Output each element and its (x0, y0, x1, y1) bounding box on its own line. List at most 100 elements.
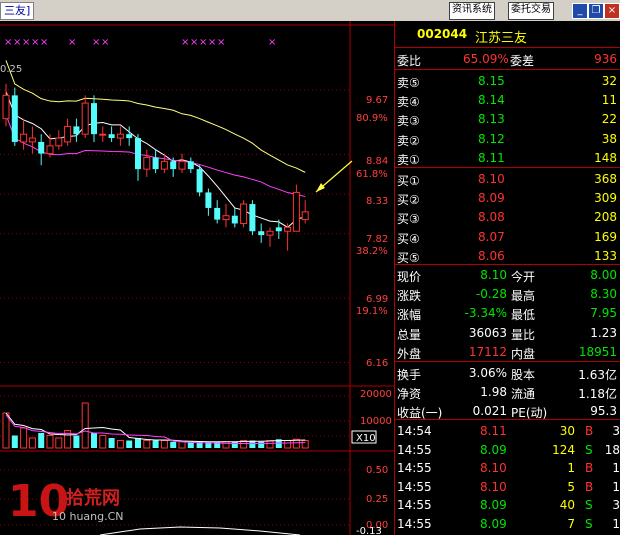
candle-body (55, 137, 63, 147)
trade-tick-row: 14:55 8.09 40 S 3 (395, 496, 620, 515)
price-axis-label: 6.99 (366, 294, 388, 305)
level-volume: 208 (594, 210, 617, 225)
stock-name: 江苏三友 (475, 31, 528, 46)
stat-row: 外盘 17112 内盘 18951 (395, 343, 620, 362)
marker-icon: × (208, 37, 216, 48)
trade-order-button[interactable]: 委托交易 (508, 2, 554, 20)
marker-icon: × (13, 37, 21, 48)
stat-value: 95.3 (590, 404, 617, 418)
restore-icon[interactable]: ❐ (588, 3, 604, 19)
price-axis-label: 19.1% (356, 306, 388, 317)
stock-header: 002044 江苏三友 (395, 25, 620, 46)
candle-body (160, 160, 168, 170)
marker-icon: × (101, 37, 109, 48)
volume-bar (143, 440, 151, 449)
level-label: 卖③ (397, 114, 420, 129)
tick-price: 8.10 (480, 479, 507, 494)
tick-side: B (585, 424, 594, 438)
stat-row: 现价 8.10 今开 8.00 (395, 266, 620, 285)
volume-bar (116, 440, 124, 449)
candle-body (91, 103, 97, 135)
buy-level-row: 买① 8.10 368 (395, 170, 620, 189)
volume-bar (20, 427, 28, 449)
stat-label: 最高 (511, 289, 536, 304)
price-axis-label: 8.33 (366, 196, 388, 207)
tick-time: 14:55 (397, 498, 432, 513)
stat-label: 内盘 (511, 346, 536, 361)
stat-label: 净资 (397, 387, 422, 401)
volume-bar (301, 440, 309, 449)
stat-value: -3.34% (464, 306, 507, 321)
quote-panel: 002044 江苏三友 委比 65.09% 委差 936 卖⑤ 8.15 32 卖④ 8… (394, 21, 620, 535)
level-volume: 309 (594, 191, 617, 206)
chart-grid (0, 21, 394, 535)
candle-body (231, 215, 238, 224)
stat-value: 1.63亿 (578, 368, 617, 382)
tick-price: 8.09 (480, 442, 507, 457)
stat-row: 总量 36063 量比 1.23 (395, 324, 620, 343)
marker-icon: × (22, 37, 30, 48)
candle-body (178, 160, 186, 170)
candle-body (126, 134, 133, 139)
tick-volume: 1 (567, 461, 575, 476)
top-markers: × × × × × × × × × × × × × × (4, 37, 276, 48)
stat-row: 涨跌 -0.28 最高 8.30 (395, 285, 620, 304)
volume-bar (46, 435, 54, 449)
candle-body (2, 94, 10, 120)
level-price: 8.15 (478, 74, 505, 88)
marker-icon: × (92, 37, 100, 48)
level-price: 8.06 (478, 248, 505, 263)
level-price: 8.08 (478, 210, 505, 225)
trade-tick-row: 14:55 8.10 5 B 1 (395, 478, 620, 497)
level-volume: 22 (601, 112, 617, 127)
tick-price: 8.11 (480, 424, 507, 438)
tick-time: 14:55 (397, 479, 432, 494)
news-system-button[interactable]: 资讯系统 (449, 2, 495, 20)
candle-body (240, 203, 248, 224)
indicator-axis-label: 0.50 (366, 465, 388, 476)
candle-body (222, 215, 230, 221)
stat-value: 17112 (468, 344, 507, 359)
stat-value: 8.30 (590, 287, 617, 302)
level-volume: 32 (601, 74, 617, 88)
candle-body (64, 125, 72, 143)
candle-body (249, 204, 256, 232)
volume-bar (284, 440, 292, 449)
tick-side: B (585, 461, 594, 476)
volume-bar (222, 441, 230, 449)
level-price: 8.11 (478, 150, 505, 165)
stat-value: -0.28 (475, 287, 507, 302)
buy-level-row: 买④ 8.07 169 (395, 228, 620, 247)
level-label: 买① (397, 174, 420, 188)
candle-body (135, 138, 141, 170)
kline-chart[interactable]: 9.67 80.9% 8.84 61.8% 8.33 7.8238.2% 6.9919.1%… (0, 21, 394, 535)
candle-body (11, 95, 18, 142)
candle-body (284, 226, 292, 232)
tick-side: S (585, 442, 593, 457)
volume-bar (266, 440, 274, 449)
candle-body (99, 133, 107, 136)
level-volume: 11 (601, 93, 617, 108)
sell-level-row: 卖① 8.11 148 (395, 149, 620, 168)
level-label: 买④ (397, 231, 420, 246)
marker-icon: × (40, 37, 48, 48)
tick-price: 8.09 (480, 517, 507, 531)
stat-value: 1.23 (590, 325, 617, 340)
candle-body (116, 133, 124, 139)
level-label: 卖① (397, 152, 420, 167)
volume-bar (108, 438, 115, 448)
stock-code: 002044 (417, 27, 468, 41)
price-axis-label: 7.82 (366, 234, 388, 245)
sell-level-row: 卖④ 8.14 11 (395, 91, 620, 110)
weibi-row: 委比 65.09% 委差 936 (397, 52, 617, 68)
volume-axis-label: 10000 (360, 416, 392, 427)
candle-body (258, 231, 265, 236)
stat-label: 量比 (511, 327, 536, 342)
marker-icon: × (217, 37, 225, 48)
candle-body (28, 137, 36, 143)
close-icon[interactable]: × (604, 3, 620, 19)
candle-body (46, 145, 54, 155)
sell-level-row: 卖③ 8.13 22 (395, 110, 620, 129)
minimize-icon[interactable]: _ (572, 3, 588, 19)
stat-value: 7.95 (590, 306, 617, 321)
